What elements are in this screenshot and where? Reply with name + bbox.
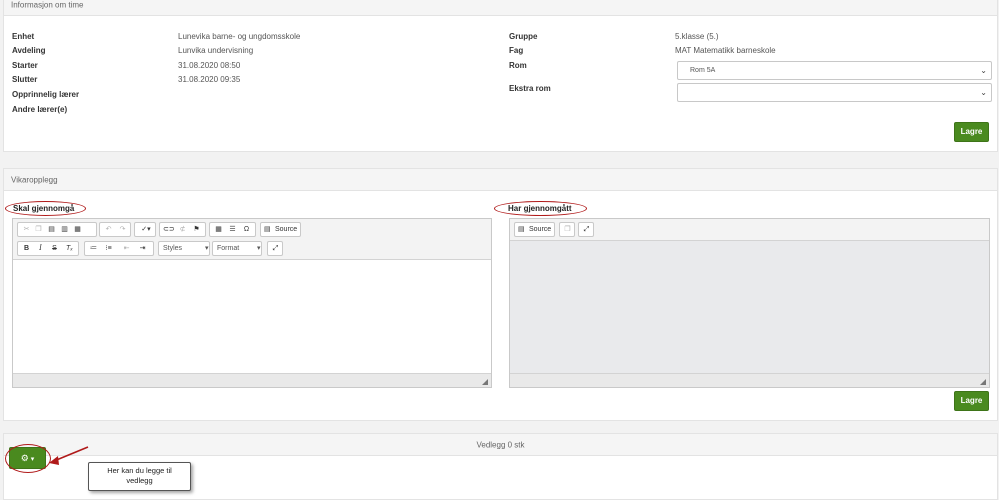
styles-combo-label: Styles [163, 245, 183, 252]
left-editor-title: Skal gjennomgå [13, 204, 75, 213]
italic-icon[interactable]: I [35, 243, 46, 254]
subject-label: Fag [509, 46, 524, 55]
table-icon[interactable]: ▦ [213, 224, 224, 235]
extra-room-select[interactable]: ⌄ [677, 83, 992, 102]
resize-handle-icon[interactable] [980, 379, 986, 385]
info-panel-title: Informasjon om time [11, 0, 84, 10]
chevron-down-icon: ⌄ [980, 66, 987, 75]
source-icon: ▤ [518, 226, 525, 233]
copy-icon[interactable]: ❐ [33, 224, 44, 235]
chevron-down-icon: ⌄ [980, 88, 987, 97]
spellcheck-icon[interactable]: ✓▾ [138, 224, 154, 235]
insert-group: ▦ ☰ Ω [209, 222, 256, 237]
copy-icon[interactable]: ❐ [562, 224, 573, 235]
left-editor-footer [13, 373, 491, 387]
right-editor-footer [510, 373, 989, 387]
source-button[interactable]: ▤ Source [514, 222, 555, 237]
extra-room-label: Ekstra rom [509, 84, 551, 93]
end-label: Slutter [12, 75, 38, 84]
maximize-group: ⤢ [267, 241, 283, 256]
substitute-plan-panel: Vikaropplegg Skal gjennomgå Har gjennomg… [3, 168, 998, 421]
group-label: Gruppe [509, 32, 538, 41]
numbered-list-icon[interactable]: ≔ [88, 243, 99, 254]
format-combo[interactable]: Format ▾ [212, 241, 262, 256]
unit-label: Enhet [12, 32, 35, 41]
outdent-icon[interactable]: ⇤ [121, 243, 132, 254]
unlink-icon[interactable]: ⊄ [177, 224, 188, 235]
other-teachers-label: Andre lærer(e) [12, 105, 68, 114]
horizontal-line-icon[interactable]: ☰ [227, 224, 238, 235]
save-substitute-plan-button[interactable]: Lagre [954, 391, 989, 411]
annotation-arrow [49, 446, 89, 465]
left-editor-toolbar: ✂ ❐ ▤ ▥ ▦ ↶ ↷ ✓▾ ⊂⊃ ⊄ ⚑ ▦ ☰ Ω ▤ Source B… [13, 219, 491, 260]
room-select[interactable]: Rom 5A ⌄ [677, 61, 992, 80]
source-button[interactable]: ▤ Source [260, 222, 301, 237]
left-rich-text-editor: ✂ ❐ ▤ ▥ ▦ ↶ ↷ ✓▾ ⊂⊃ ⊄ ⚑ ▦ ☰ Ω ▤ Source B… [12, 218, 492, 388]
bold-icon[interactable]: B [21, 243, 32, 254]
right-rich-text-editor: ▤ Source ❐ ⤢ [509, 218, 990, 388]
caret-down-icon: ▾ [257, 245, 261, 252]
maximize-icon[interactable]: ⤢ [581, 224, 592, 235]
copy-group: ❐ [559, 222, 575, 237]
department-value: Lunvika undervisning [178, 46, 254, 55]
link-group: ⊂⊃ ⊄ ⚑ [159, 222, 206, 237]
attachments-title: Vedlegg 0 stk [476, 440, 525, 449]
clipboard-group: ✂ ❐ ▤ ▥ ▦ [17, 222, 97, 237]
paste-icon[interactable]: ▤ [46, 224, 57, 235]
substitute-plan-header: Vikaropplegg [4, 169, 997, 191]
list-group: ≔ ⁝≡ ⇤ ⇥ [84, 241, 154, 256]
original-teacher-label: Opprinnelig lærer [12, 90, 80, 99]
source-icon: ▤ [264, 226, 271, 233]
anchor-icon[interactable]: ⚑ [191, 224, 202, 235]
spellcheck-group: ✓▾ [134, 222, 156, 237]
info-panel: Informasjon om time Enhet Lunevika barne… [3, 0, 998, 152]
room-select-value: Rom 5A [690, 67, 716, 74]
caret-down-icon: ▾ [205, 245, 209, 252]
save-info-button[interactable]: Lagre [954, 122, 989, 142]
styles-combo[interactable]: Styles ▾ [158, 241, 210, 256]
help-callout-text: Her kan du legge til vedlegg [107, 466, 172, 485]
unit-value: Lunevika barne- og ungdomsskole [178, 32, 301, 41]
group-value: 5.klasse (5.) [675, 32, 719, 41]
help-callout: Her kan du legge til vedlegg [88, 462, 191, 491]
remove-format-icon[interactable]: Tₓ [64, 243, 75, 254]
attachments-header: Vedlegg 0 stk [4, 434, 997, 456]
department-label: Avdeling [12, 46, 46, 55]
end-value: 31.08.2020 09:35 [178, 75, 241, 84]
undo-icon[interactable]: ↶ [103, 224, 114, 235]
start-label: Starter [12, 61, 38, 70]
link-icon[interactable]: ⊂⊃ [163, 224, 175, 235]
indent-icon[interactable]: ⇥ [137, 243, 148, 254]
subject-value: MAT Matematikk barneskole [675, 46, 776, 55]
basic-style-group: B I S Tₓ [17, 241, 79, 256]
start-value: 31.08.2020 08:50 [178, 61, 241, 70]
source-label: Source [275, 226, 298, 233]
room-label: Rom [509, 61, 527, 70]
undo-redo-group: ↶ ↷ [99, 222, 131, 237]
right-editor-content [510, 241, 989, 373]
resize-handle-icon[interactable] [482, 379, 488, 385]
maximize-group: ⤢ [578, 222, 594, 237]
special-char-icon[interactable]: Ω [241, 224, 252, 235]
strike-icon[interactable]: S [49, 243, 60, 254]
redo-icon[interactable]: ↷ [117, 224, 128, 235]
cut-icon[interactable]: ✂ [21, 224, 32, 235]
format-combo-label: Format [217, 245, 240, 252]
left-editor-content[interactable] [13, 260, 491, 373]
source-label: Source [529, 226, 552, 233]
info-panel-header: Informasjon om time [4, 0, 997, 16]
right-editor-title: Har gjennomgått [508, 204, 572, 213]
paste-word-icon[interactable]: ▦ [72, 224, 83, 235]
bullet-list-icon[interactable]: ⁝≡ [103, 243, 114, 254]
paste-text-icon[interactable]: ▥ [59, 224, 70, 235]
maximize-icon[interactable]: ⤢ [270, 243, 281, 254]
right-editor-toolbar: ▤ Source ❐ ⤢ [510, 219, 989, 241]
substitute-plan-title: Vikaropplegg [11, 175, 58, 184]
